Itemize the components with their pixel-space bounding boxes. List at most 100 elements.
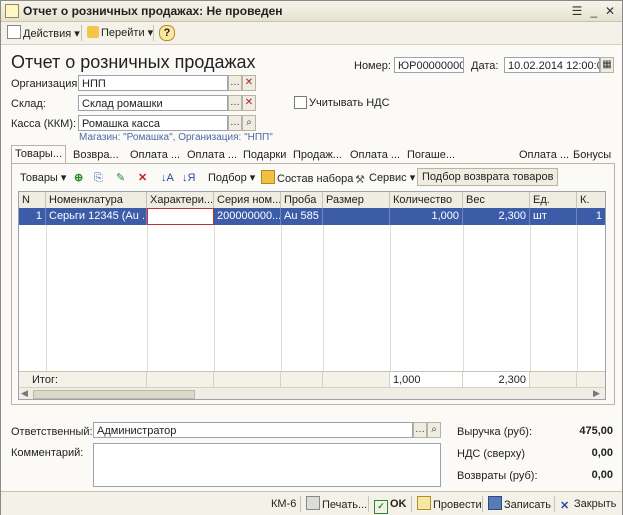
return-selection-button[interactable]: Подбор возврата товаров [417,168,559,186]
save-button[interactable]: Записать [488,496,551,512]
edit-icon[interactable]: ✎ [116,170,125,186]
table-header: N Номенклатура Характери... Серия ном...… [19,192,605,209]
col-weight[interactable]: Вес [463,192,530,208]
minimize-icon[interactable]: _ [586,3,602,19]
tab-payment-2[interactable]: Оплата ... [184,147,240,163]
search-icon[interactable]: ⌕ [242,115,256,131]
page-title: Отчет о розничных продажах [11,52,256,72]
goods-menu-label: Товары [20,172,58,184]
selection-menu[interactable]: Подбор ▾ [208,170,255,186]
warehouse-select-button[interactable]: … [228,95,242,111]
row-weight: 2,300 [463,208,530,225]
calendar-icon[interactable]: ▦ [600,57,614,73]
close-icon: ✕ [560,500,570,512]
copy-icon[interactable]: ⎘ [94,170,103,186]
responsible-label: Ответственный: [11,426,93,438]
row-unit: шт [530,208,577,225]
print-label: Печать... [322,499,368,511]
actions-label: Действия [23,28,72,40]
date-label: Дата: [471,60,499,72]
sort-asc-icon[interactable]: ↓A [161,170,174,186]
tab-sales[interactable]: Продаж... [290,147,345,163]
total-label: Итог: [19,372,147,388]
goods-menu[interactable]: Товары ▾ [20,170,66,186]
help-icon[interactable]: ? [159,25,175,41]
tab-payment-3[interactable]: Оплата ... [347,147,403,163]
post-button[interactable]: Провести [417,496,482,512]
goto-icon [87,26,99,38]
kkm-field[interactable]: Ромашка касса [78,115,228,131]
row-characteristic[interactable] [147,208,214,225]
responsible-search-icon[interactable]: ⌕ [427,422,441,438]
tab-repayment[interactable]: Погаше... [404,147,458,163]
sort-desc-icon[interactable]: ↓Я [182,170,195,186]
total-weight: 2,300 [463,372,530,388]
comment-label: Комментарий: [11,447,84,459]
org-field[interactable]: НПП [78,75,228,91]
row-k: 1 [595,210,602,222]
printer-icon [306,496,320,510]
tab-strip: Товары... Возвра... Оплата ... Оплата ..… [11,145,614,164]
scroll-thumb[interactable] [33,390,195,399]
tab-returns[interactable]: Возвра... [70,147,122,163]
col-k[interactable]: К. [577,192,605,208]
tab-payment-4[interactable]: Оплата ... [516,147,572,163]
col-n[interactable]: N [19,192,46,208]
print-button[interactable]: Печать... [306,496,367,512]
delete-icon[interactable]: ✕ [138,170,147,186]
vat-checkbox-label: Учитывать НДС [309,97,390,109]
service-menu[interactable]: ⚒ Сервис ▾ [355,170,415,186]
org-clear-icon[interactable]: ✕ [242,75,256,91]
scroll-left-icon[interactable]: ◀ [21,388,28,399]
bottom-toolbar: КМ-6 Печать... ✓ OK Провести Записать ✕ За… [1,491,622,515]
warehouse-clear-icon[interactable]: ✕ [242,95,256,111]
set-composition-label: Состав набора [277,173,354,185]
tab-payment-1[interactable]: Оплата ... [127,147,183,163]
tab-bonuses[interactable]: Бонусы [570,147,614,163]
ok-button[interactable]: ✓ OK [374,496,407,514]
returns-value: 0,00 [591,469,613,481]
post-label: Провести [433,499,482,511]
ok-label: OK [390,498,407,510]
close-window-icon[interactable]: ✕ [602,3,618,19]
col-characteristic[interactable]: Характери... [147,192,214,208]
number-label: Номер: [354,60,391,72]
goto-menu[interactable]: Перейти ▾ [87,25,153,41]
horizontal-scrollbar[interactable]: ◀ ▶ [19,387,605,399]
kkm-select-button[interactable]: … [228,115,242,131]
scroll-right-icon[interactable]: ▶ [593,388,600,399]
tab-gifts[interactable]: Подарки [240,147,289,163]
col-unit[interactable]: Ед. [530,192,577,208]
save-icon [488,496,502,510]
col-quantity[interactable]: Количество [390,192,463,208]
goods-panel: Товары ▾ ⊕ ⎘ ✎ ✕ ↓A ↓Я Подбор ▾ Состав н… [11,163,615,405]
tab-goods[interactable]: Товары... [11,145,67,164]
actions-menu[interactable]: Действия ▾ [7,25,80,41]
goods-table: N Номенклатура Характери... Серия ном...… [18,191,606,400]
add-icon[interactable]: ⊕ [74,170,83,186]
col-size[interactable]: Размер [323,192,390,208]
col-series[interactable]: Серия ном... [214,192,281,208]
col-proba[interactable]: Проба [281,192,323,208]
row-n: 1 [19,208,46,225]
comment-field[interactable] [93,443,441,487]
service-label: Сервис [369,172,407,184]
set-composition-button[interactable]: Состав набора [261,170,353,186]
date-field[interactable]: 10.02.2014 12:00:00 [504,57,600,73]
main-toolbar: Действия ▾ Перейти ▾ ? [1,22,622,45]
table-row[interactable]: 1 Серьги 12345 (Au ... 200000000... Au 5… [19,208,605,225]
responsible-select-button[interactable]: … [413,422,427,438]
menu-icon[interactable]: ☰ [569,3,585,19]
org-select-button[interactable]: … [228,75,242,91]
store-hint: Магазин: "Ромашка", Организация: "НПП" [79,132,273,143]
warehouse-field[interactable]: Склад ромашки [78,95,228,111]
close-label: Закрыть [574,498,617,510]
close-button[interactable]: ✕ Закрыть [560,496,616,512]
responsible-field[interactable]: Администратор [93,422,413,438]
selection-label: Подбор [208,172,247,184]
vat-checkbox[interactable] [294,96,307,109]
tools-icon: ⚒ [355,174,365,186]
col-item[interactable]: Номенклатура [46,192,147,208]
number-field[interactable]: ЮР000000003 [394,57,464,73]
km6-button[interactable]: КМ-6 [271,496,296,512]
